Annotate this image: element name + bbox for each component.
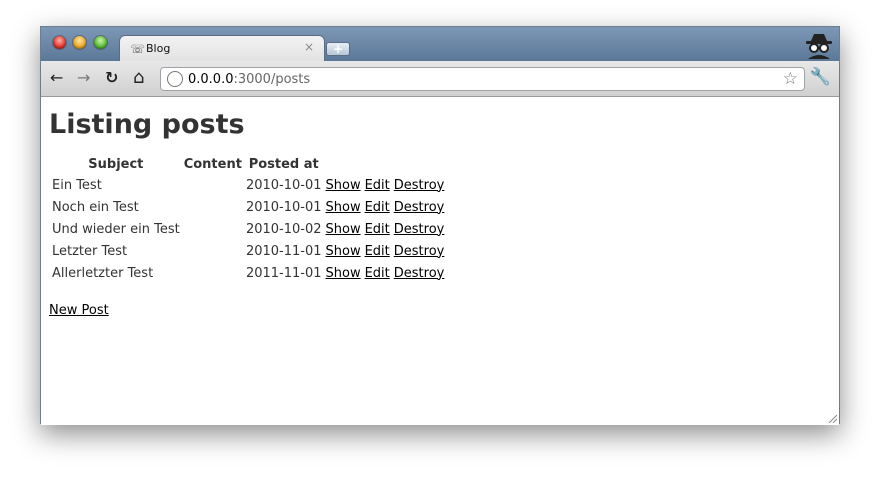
post-date: 2010-10-01 (245, 199, 322, 215)
show-link[interactable]: Show (326, 244, 361, 259)
edit-link[interactable]: Edit (365, 178, 390, 193)
table-row: Noch ein Test 2010-10-01 Show Edit Destroy (51, 197, 445, 217)
post-subject: Allerletzter Test (52, 265, 154, 281)
post-content (183, 175, 243, 195)
address-bar[interactable]: 0.0.0.0:3000/posts ☆ (160, 67, 805, 91)
post-subject: Ein Test (52, 177, 102, 193)
edit-link[interactable]: Edit (365, 244, 390, 259)
show-link[interactable]: Show (326, 178, 361, 193)
globe-icon (167, 71, 183, 87)
post-subject: Noch ein Test (52, 199, 139, 215)
post-content (183, 241, 243, 261)
tab-close-icon[interactable]: × (304, 40, 314, 54)
post-date: 2010-11-01 (245, 243, 322, 259)
show-link[interactable]: Show (326, 266, 361, 281)
browser-window: ☏ Blog × + ← → ↻ ⌂ 0.0.0.0:3000/posts ☆ … (40, 26, 840, 425)
zoom-window-button[interactable] (94, 36, 107, 49)
destroy-link[interactable]: Destroy (394, 222, 445, 237)
post-date: 2011-11-01 (245, 265, 322, 281)
close-window-button[interactable] (53, 36, 66, 49)
destroy-link[interactable]: Destroy (394, 178, 445, 193)
tab-blog[interactable]: ☏ Blog × (119, 35, 325, 61)
destroy-link[interactable]: Destroy (394, 244, 445, 259)
destroy-link[interactable]: Destroy (394, 200, 445, 215)
post-content (183, 263, 243, 283)
title-bar: ☏ Blog × + (41, 27, 839, 61)
edit-link[interactable]: Edit (365, 222, 390, 237)
browser-toolbar: ← → ↻ ⌂ 0.0.0.0:3000/posts ☆ 🔧 (41, 61, 839, 97)
post-subject: Letzter Test (52, 243, 128, 259)
minimize-window-button[interactable] (73, 36, 86, 49)
reload-button[interactable]: ↻ (105, 68, 118, 88)
column-header-posted-at: Posted at (248, 156, 319, 172)
back-button[interactable]: ← (50, 68, 63, 88)
url-text[interactable]: 0.0.0.0:3000/posts (188, 72, 310, 87)
page-title: Listing posts (49, 109, 245, 140)
tab-title: Blog (146, 42, 171, 55)
show-link[interactable]: Show (326, 200, 361, 215)
post-content (183, 197, 243, 217)
post-subject: Und wieder ein Test (52, 221, 180, 237)
favicon-icon: ☏ (130, 42, 146, 56)
table-row: Letzter Test 2010-11-01 Show Edit Destroy (51, 241, 445, 261)
destroy-link[interactable]: Destroy (394, 266, 445, 281)
post-date: 2010-10-01 (245, 177, 322, 193)
new-tab-button[interactable]: + (326, 42, 350, 56)
edit-link[interactable]: Edit (365, 266, 390, 281)
column-header-subject: Subject (88, 156, 144, 172)
new-post-link[interactable]: New Post (49, 303, 109, 318)
posts-table: Subject Content Posted at Ein Test 2010-1… (49, 153, 447, 285)
bookmark-star-icon[interactable]: ☆ (783, 69, 798, 89)
post-date: 2010-10-02 (245, 221, 322, 237)
table-row: Allerletzter Test 2011-11-01 Show Edit Destr… (51, 263, 445, 283)
incognito-icon (806, 34, 832, 59)
column-header-content: Content (183, 156, 242, 172)
post-content (183, 219, 243, 239)
home-button[interactable]: ⌂ (133, 68, 144, 88)
page-content: Listing posts Subject Content Posted at … (41, 97, 839, 425)
resize-handle-icon[interactable] (827, 413, 837, 423)
edit-link[interactable]: Edit (365, 200, 390, 215)
show-link[interactable]: Show (326, 222, 361, 237)
wrench-menu-icon[interactable]: 🔧 (810, 67, 831, 87)
table-row: Und wieder ein Test 2010-10-02 Show Edit Des… (51, 219, 445, 239)
forward-button[interactable]: → (77, 68, 90, 88)
table-row: Ein Test 2010-10-01 Show Edit Destroy (51, 175, 445, 195)
